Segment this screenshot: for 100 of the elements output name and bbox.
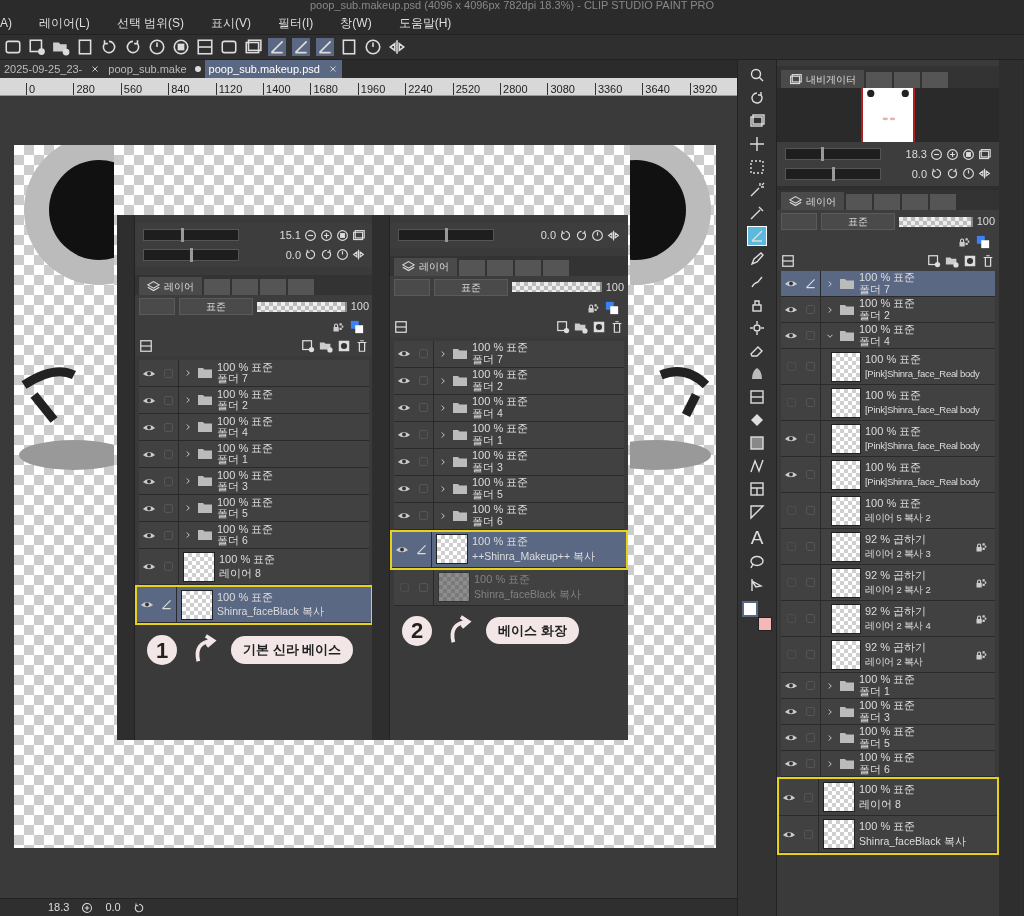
eye-icon[interactable] (784, 433, 798, 444)
layer-row[interactable]: 100 % 표준 폴더 3 (781, 699, 995, 725)
new-layer-icon[interactable] (301, 339, 315, 353)
rows-icon[interactable] (394, 319, 408, 334)
zoom-slider[interactable] (785, 148, 881, 161)
document-tab[interactable]: 2025-09-25_23- (0, 60, 105, 78)
layer-row[interactable]: 100 % 표준 레이어 8 (779, 779, 997, 816)
opacity-slider[interactable] (512, 282, 602, 292)
rotation-slider[interactable] (143, 248, 239, 261)
flip-icon[interactable] (607, 228, 620, 242)
marquee-tool-icon[interactable] (748, 158, 766, 176)
lock-icon[interactable] (958, 236, 970, 248)
rotate-right-icon[interactable] (575, 228, 588, 242)
layer-tab[interactable]: 레이어 (139, 277, 202, 295)
layer-row[interactable]: 100 % 표준 Shinra_faceBlack 복사 (137, 587, 371, 623)
eye-icon[interactable] (784, 469, 798, 480)
frame-tool-icon[interactable] (748, 480, 766, 498)
decoration-tool-icon[interactable] (748, 319, 766, 337)
layer-row[interactable]: 92 % 곱하기 레이어 2 복사 3 (781, 529, 995, 565)
undo-icon[interactable] (100, 38, 118, 56)
layer-row[interactable]: 100 % 표준 폴더 6 (394, 502, 624, 530)
eye-icon[interactable] (397, 402, 411, 413)
wand-tool-icon[interactable] (748, 181, 766, 199)
rotation-slider[interactable] (398, 229, 494, 242)
blend-mode-dropdown[interactable]: 표준 (179, 298, 253, 315)
layer-row[interactable]: 100 % 표준 폴더 5 (139, 495, 369, 522)
zoom-in-icon[interactable] (320, 228, 333, 242)
eye-icon[interactable] (784, 732, 798, 743)
opacity-slider[interactable] (257, 301, 347, 312)
layer-row[interactable]: 100 % 표준 폴더 4 (394, 394, 624, 422)
delete-icon[interactable] (610, 319, 624, 334)
rotation-slider[interactable] (785, 167, 881, 180)
fit-icon[interactable] (336, 228, 349, 242)
eye-icon[interactable] (140, 599, 154, 610)
layer-tab[interactable]: 레이어 (781, 192, 844, 210)
document-tab[interactable]: poop_sub.make (104, 60, 205, 78)
redo-icon[interactable] (124, 38, 142, 56)
curve-tool-icon[interactable] (748, 457, 766, 475)
close-icon[interactable] (90, 64, 101, 74)
reset-rotation-icon[interactable] (591, 228, 604, 242)
gradient-tool-icon[interactable] (748, 434, 766, 452)
layer-row[interactable]: 100 % 표준 폴더 3 (139, 468, 369, 495)
text-tool[interactable]: A (746, 526, 768, 548)
layer-row[interactable]: 100 % 표준 폴더 5 (781, 725, 995, 751)
rotate-right-icon[interactable] (320, 248, 333, 262)
layer-row[interactable]: 100 % 표준 [Pink]Shinra_face_Real body (781, 349, 995, 385)
opacity-slider[interactable] (899, 216, 973, 227)
layer-row[interactable]: 100 % 표준 ++Shinra_Makeup++ 복사 (392, 531, 626, 568)
zoom-in-icon[interactable] (946, 147, 959, 161)
eyedropper-tool-icon[interactable] (748, 204, 766, 222)
layer-row[interactable]: 100 % 표준 폴더 4 (781, 323, 995, 349)
color-icon[interactable] (349, 320, 365, 334)
eye-icon[interactable] (397, 510, 411, 521)
slider-thumb[interactable] (190, 247, 193, 262)
layer-row[interactable]: 100 % 표준 레이어 5 복사 2 (781, 493, 995, 529)
navigator-preview[interactable] (861, 88, 915, 142)
menu-item[interactable]: A) (0, 14, 12, 32)
rotate-tool-icon[interactable] (748, 89, 766, 107)
eye-icon[interactable] (784, 758, 798, 769)
rows-icon[interactable] (139, 339, 153, 353)
layer-row[interactable]: 100 % 표준 폴더 6 (139, 522, 369, 549)
new-file-icon[interactable] (28, 38, 46, 56)
blend-mode-dropdown[interactable]: 표준 (434, 278, 508, 296)
expression-color-dropdown[interactable] (781, 213, 817, 230)
zoom-out-icon[interactable] (304, 228, 317, 242)
rotate-left-icon[interactable] (304, 248, 317, 262)
menu-item[interactable]: 표시(V) (211, 14, 251, 32)
layer-row[interactable]: 100 % 표준 폴더 3 (394, 448, 624, 476)
rotate-left-icon[interactable] (930, 167, 943, 181)
layer-row[interactable]: 100 % 표준 Shinra_faceBlack 복사 (779, 816, 997, 853)
flip-icon[interactable] (352, 248, 365, 262)
color-icon[interactable] (975, 235, 991, 249)
layer-row[interactable]: 100 % 표준 폴더 6 (781, 751, 995, 777)
color-icon[interactable] (604, 300, 620, 315)
slider-thumb[interactable] (820, 147, 824, 162)
delete-icon[interactable] (981, 254, 995, 268)
layer-tab[interactable]: 레이어 (394, 257, 457, 276)
reset-rotation-icon[interactable] (962, 167, 975, 181)
slider-thumb[interactable] (832, 166, 835, 181)
eye-icon[interactable] (784, 278, 798, 289)
close-icon[interactable] (327, 64, 338, 74)
move-tool-icon[interactable] (748, 135, 766, 153)
slider-thumb[interactable] (445, 228, 448, 243)
main-color[interactable] (742, 601, 758, 617)
sub-color[interactable] (758, 617, 772, 631)
lock-icon[interactable] (587, 301, 599, 314)
zoom-slider[interactable] (143, 229, 239, 242)
document-tab[interactable]: poop_sub.makeup.psd (204, 60, 342, 78)
eye-icon[interactable] (397, 483, 411, 494)
menu-item[interactable]: 레이어(L) (39, 14, 90, 32)
balloon-tool-icon[interactable] (748, 553, 766, 571)
layer-row[interactable]: 100 % 표준 폴더 2 (139, 387, 369, 414)
window-icon[interactable] (352, 228, 365, 242)
mask-icon[interactable] (963, 254, 977, 268)
zoom-in-icon[interactable] (81, 901, 94, 914)
rotate-right-icon[interactable] (946, 167, 959, 181)
window-icon[interactable] (978, 147, 991, 161)
layer-row[interactable]: 100 % 표준 폴더 7 (139, 360, 369, 387)
lock-icon[interactable] (975, 648, 987, 661)
rotate-left-icon[interactable] (132, 901, 145, 914)
